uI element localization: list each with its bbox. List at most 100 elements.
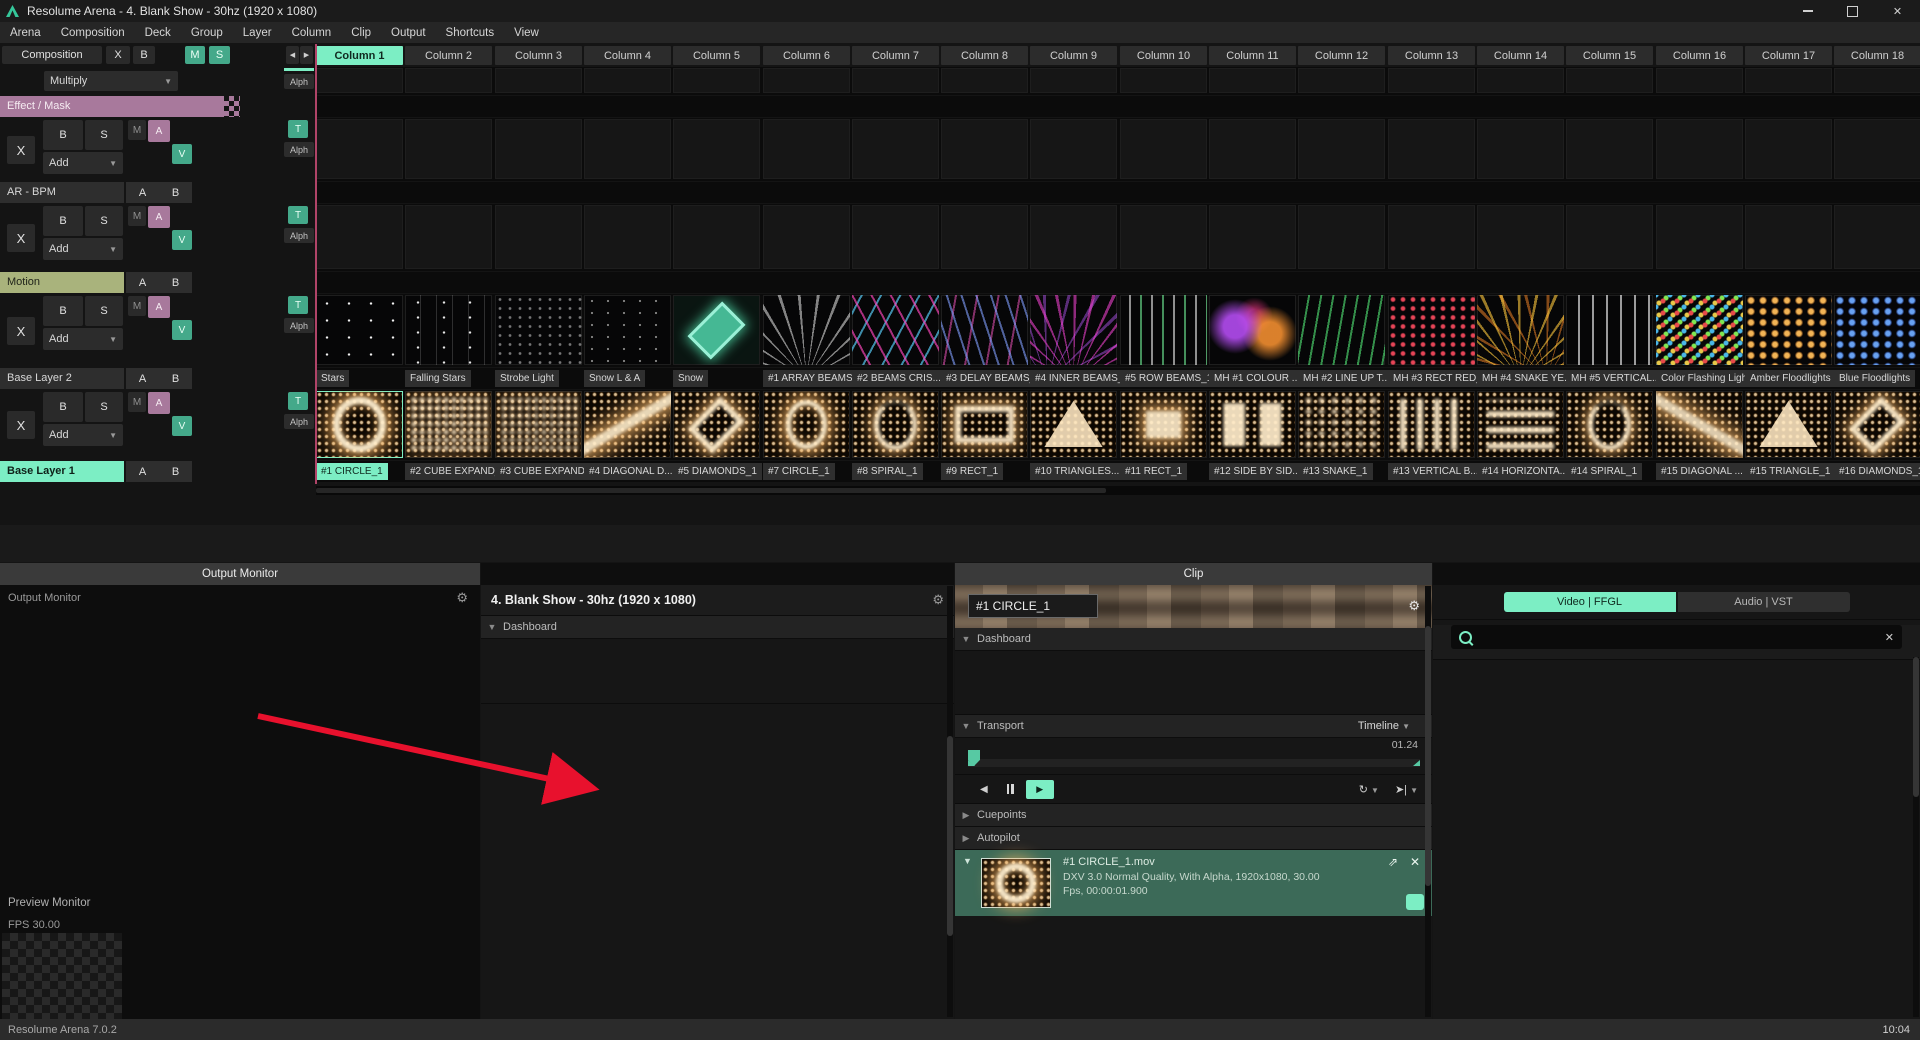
tab-output-monitor[interactable]: Output Monitor (0, 563, 480, 585)
clip-gear-icon[interactable]: ⚙ (1408, 598, 1420, 614)
layer-bypass-button[interactable]: B (43, 120, 83, 150)
monitor-gear-icon[interactable]: ⚙ (456, 590, 468, 606)
clip-label[interactable]: Blue Floodlights (1834, 370, 1915, 387)
clip-cell-empty[interactable] (1030, 68, 1117, 93)
column-header-2[interactable]: Column 2 (405, 46, 492, 65)
clip-cell-14-spiral-1[interactable] (1566, 391, 1653, 458)
clip-label[interactable]: #13 VERTICAL B... (1388, 463, 1484, 480)
clip-cell-snow-l-a[interactable] (584, 295, 671, 365)
layer-name-bar-base-layer-1[interactable]: Base Layer 1AB (0, 461, 315, 482)
column-header-5[interactable]: Column 5 (673, 46, 760, 65)
menu-item-shortcuts[interactable]: Shortcuts (446, 27, 495, 39)
menu-item-view[interactable]: View (514, 27, 539, 39)
clip-cell-empty[interactable] (1209, 205, 1296, 269)
assign-a[interactable]: A (139, 373, 146, 385)
menu-item-group[interactable]: Group (191, 27, 223, 39)
layer-crossfader-assign[interactable]: AB (126, 182, 192, 203)
loop-mode-button[interactable]: ↻ ▼ (1359, 783, 1379, 796)
layer-blend-dropdown[interactable]: Add▼ (43, 328, 123, 350)
clip-cell-2-cube-expand-1[interactable] (405, 391, 492, 458)
pause-button[interactable] (1007, 784, 1014, 794)
clip-cell-empty[interactable] (941, 205, 1028, 269)
clip-cell-7-circle-1[interactable] (763, 391, 850, 458)
column-header-12[interactable]: Column 12 (1298, 46, 1385, 65)
clip-cell-8-spiral-1[interactable] (852, 391, 939, 458)
minimize-button[interactable] (1785, 0, 1830, 22)
menu-item-layer[interactable]: Layer (243, 27, 272, 39)
assign-b[interactable]: B (172, 187, 179, 199)
clip-cell-empty[interactable] (1298, 68, 1385, 93)
layer-video-toggle[interactable]: V (172, 144, 192, 164)
clip-cell-empty[interactable] (405, 119, 492, 179)
layer-master-toggle[interactable]: M (128, 120, 146, 140)
clip-cell-3-delay-beams-1[interactable] (941, 295, 1028, 365)
clip-cell-empty[interactable] (1834, 205, 1920, 269)
clip-cell-empty[interactable] (1388, 119, 1475, 179)
clip-panel-scrollbar[interactable] (1425, 586, 1431, 1017)
autopilot-header[interactable]: ▶Autopilot (955, 827, 1432, 850)
clip-cell-mh-3-rect-red-1[interactable] (1388, 295, 1475, 365)
cuepoints-header[interactable]: ▶Cuepoints (955, 804, 1432, 827)
clip-cell-15-diagonal[interactable] (1656, 391, 1743, 458)
clip-cell-2-beams-cris[interactable] (852, 295, 939, 365)
clip-cell-empty[interactable] (1209, 119, 1296, 179)
layer-alpha-button[interactable]: Alph (284, 74, 314, 89)
column-header-4[interactable]: Column 4 (584, 46, 671, 65)
menu-item-composition[interactable]: Composition (61, 27, 125, 39)
clip-cell-empty[interactable] (1477, 68, 1564, 93)
menu-item-output[interactable]: Output (391, 27, 426, 39)
clip-cell-mh-2-line-up-t[interactable] (1298, 295, 1385, 365)
layer-crossfader-assign[interactable]: AB (126, 461, 192, 482)
layer-video-toggle[interactable]: V (172, 230, 192, 250)
clip-cell-empty[interactable] (495, 119, 582, 179)
clip-cell-empty[interactable] (673, 68, 760, 93)
clip-cell-13-snake-1[interactable] (1298, 391, 1385, 458)
clip-cell-falling-stars[interactable] (405, 295, 492, 365)
clip-cell-empty[interactable] (1120, 68, 1207, 93)
clip-cell-empty[interactable] (405, 205, 492, 269)
transport-mode-dropdown[interactable]: Timeline ▼ (1358, 720, 1410, 732)
layer-blend-dropdown[interactable]: Add▼ (43, 238, 123, 260)
column-header-15[interactable]: Column 15 (1566, 46, 1653, 65)
menu-item-deck[interactable]: Deck (145, 27, 171, 39)
column-header-10[interactable]: Column 10 (1120, 46, 1207, 65)
remove-source-icon[interactable]: ✕ (1410, 855, 1420, 869)
clip-cell-empty[interactable] (763, 68, 850, 93)
clip-label[interactable]: #13 SNAKE_1 (1298, 463, 1373, 480)
layer-alpha-button[interactable]: Alph (284, 318, 314, 333)
clip-cell-empty[interactable] (1388, 205, 1475, 269)
clip-label[interactable]: #5 DIAMONDS_1 (673, 463, 762, 480)
clip-name-field[interactable]: #1 CIRCLE_1 (968, 594, 1098, 618)
layer-close-button[interactable]: X (7, 136, 35, 164)
column-header-8[interactable]: Column 8 (941, 46, 1028, 65)
clip-cell-15-triangle-1[interactable] (1745, 391, 1832, 458)
clip-cell-4-diagonal-d[interactable] (584, 391, 671, 458)
clip-cell-empty[interactable] (495, 68, 582, 93)
layer-alpha-button[interactable]: Alph (284, 414, 314, 429)
clip-cell-1-circle-1[interactable] (316, 391, 403, 458)
clip-label[interactable]: #8 SPIRAL_1 (852, 463, 923, 480)
layer-transition-toggle[interactable]: T (288, 120, 308, 138)
clip-cell-empty[interactable] (673, 205, 760, 269)
clip-cell-empty[interactable] (852, 205, 939, 269)
column-header-13[interactable]: Column 13 (1388, 46, 1475, 65)
clip-cell-empty[interactable] (1298, 119, 1385, 179)
layer-video-toggle[interactable]: V (172, 416, 192, 436)
clip-cell-empty[interactable] (495, 205, 582, 269)
clip-label[interactable]: #5 ROW BEAMS_1 (1120, 370, 1217, 387)
dashboard-section-header[interactable]: ▼ Dashboard (481, 616, 954, 639)
menu-item-column[interactable]: Column (292, 27, 332, 39)
clip-label[interactable]: #4 DIAGONAL D... (584, 463, 678, 480)
clip-cell-empty[interactable] (1298, 205, 1385, 269)
maximize-button[interactable] (1830, 0, 1875, 22)
layer-alpha-button[interactable]: Alph (284, 228, 314, 243)
clip-cell-blue-floodlights[interactable] (1834, 295, 1920, 365)
layer-crossfader-assign[interactable]: AB (126, 368, 192, 389)
layer-bypass-button[interactable]: B (43, 296, 83, 326)
composition-skip-buttons[interactable]: ◀▶ (286, 46, 313, 64)
clear-search-icon[interactable]: ✕ (1885, 631, 1894, 644)
clip-label[interactable]: #9 RECT_1 (941, 463, 1003, 480)
layer-solo-button[interactable]: S (85, 392, 123, 422)
clip-cell-9-rect-1[interactable] (941, 391, 1028, 458)
layer-master-toggle[interactable]: M (128, 392, 146, 412)
